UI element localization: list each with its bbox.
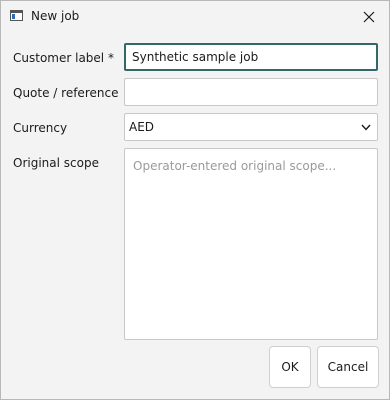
quote-reference-label: Quote / reference xyxy=(13,86,119,100)
original-scope-label: Original scope xyxy=(13,156,99,170)
ok-button-label: OK xyxy=(281,360,299,374)
chevron-down-icon xyxy=(361,124,371,131)
currency-select[interactable]: AED xyxy=(124,113,378,141)
window-app-icon xyxy=(10,10,23,21)
currency-value: AED xyxy=(129,120,155,134)
currency-dropdown-toggle[interactable] xyxy=(357,116,375,138)
close-icon xyxy=(363,11,375,22)
window-title: New job xyxy=(31,9,80,23)
currency-label: Currency xyxy=(13,121,68,135)
ok-button[interactable]: OK xyxy=(269,346,311,388)
original-scope-textarea[interactable]: Operator-entered original scope... xyxy=(124,148,378,340)
title-bar: New job xyxy=(1,1,389,32)
customer-label-input[interactable]: Synthetic sample job xyxy=(124,43,378,71)
quote-reference-input[interactable] xyxy=(124,78,378,106)
cancel-button-label: Cancel xyxy=(327,360,369,374)
original-scope-placeholder: Operator-entered original scope... xyxy=(133,159,337,173)
cancel-button[interactable]: Cancel xyxy=(317,346,379,388)
customer-label-label: Customer label * xyxy=(13,51,114,65)
close-button[interactable] xyxy=(349,1,389,32)
new-job-dialog: New job Customer label * Synthetic sampl… xyxy=(0,0,390,400)
customer-label-value: Synthetic sample job xyxy=(132,50,259,64)
